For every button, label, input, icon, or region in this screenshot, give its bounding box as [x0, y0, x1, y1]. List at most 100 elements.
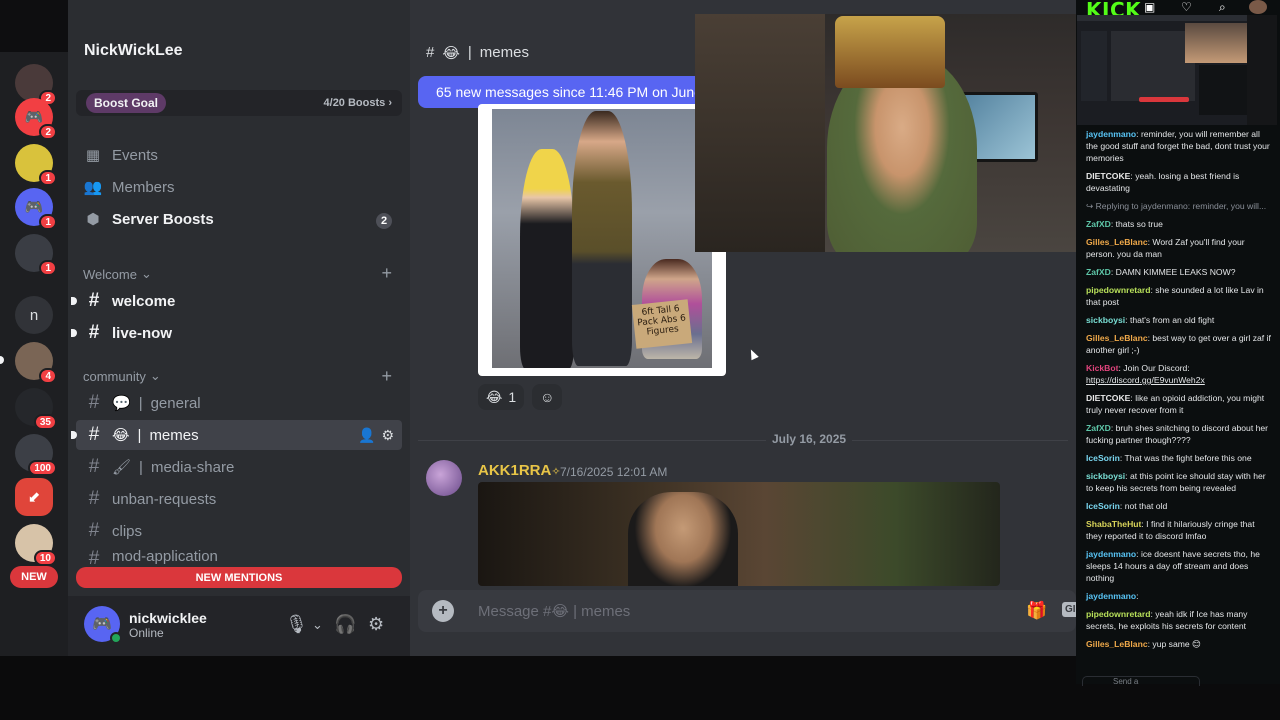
microphone-icon[interactable]: 🎙 — [285, 614, 308, 635]
chat-username[interactable]: DIETCOKE — [1086, 171, 1130, 181]
discord-icon: 🎮 — [24, 199, 44, 216]
boost-shield-icon: ⬢ — [86, 211, 100, 228]
channel-separator: | — [139, 458, 143, 476]
heart-icon[interactable]: ♡ — [1181, 0, 1192, 14]
gift-icon[interactable]: 🎁 — [1026, 601, 1047, 621]
chevron-down-icon: ⌄ — [149, 368, 161, 383]
new-mentions-button[interactable]: NEW MENTIONS — [76, 567, 402, 588]
chevron-down-icon[interactable]: ⌄ — [312, 617, 323, 633]
channel-unban-requests[interactable]: # unban-requests — [76, 484, 402, 514]
channel-sidebar: NickWickLee Boost Goal 4/20 Boosts › ▦ E… — [68, 0, 410, 656]
chat-username[interactable]: jaydenmano — [1086, 129, 1136, 139]
avatar[interactable] — [1249, 0, 1267, 14]
chat-username[interactable]: ShabaTheHut — [1086, 519, 1141, 529]
chat-username[interactable]: ZafXD — [1086, 219, 1111, 229]
message-composer[interactable]: + Message #😂 | memes 🎁 GIF — [418, 590, 1076, 632]
channel-mod-application[interactable]: # mod-application — [76, 548, 402, 566]
username[interactable]: nickwicklee — [129, 610, 207, 626]
nav-members[interactable]: 👥 Members — [84, 174, 175, 200]
channel-welcome[interactable]: # welcome — [71, 286, 402, 316]
stream-preview[interactable] — [1077, 15, 1247, 125]
search-icon[interactable]: ⌕ — [1219, 0, 1226, 15]
hash-icon: # — [426, 44, 435, 61]
avatar[interactable] — [426, 460, 462, 496]
chat-username[interactable]: pipedownretard — [1086, 285, 1150, 295]
chat-username[interactable]: pipedownretard — [1086, 609, 1150, 619]
chat-link[interactable]: https://discord.gg/E9vunWeh2x — [1086, 375, 1205, 385]
chat-send-input[interactable]: Send a — [1082, 676, 1200, 686]
server-icon[interactable]: n — [15, 296, 53, 334]
server-icon[interactable]: 2 — [15, 64, 57, 106]
boost-goal-label: Boost Goal — [86, 93, 167, 113]
gif-button[interactable]: GIF — [1062, 602, 1076, 617]
channel-media-share[interactable]: # 🖌 | media-share — [76, 452, 402, 482]
meme-image[interactable]: 6ft Tall 6 Pack Abs 6 Figures — [478, 104, 726, 376]
channel-label: media-share — [150, 458, 235, 476]
channel-live-now[interactable]: # live-now — [71, 318, 402, 348]
channel-general[interactable]: # 💬 | general — [76, 388, 402, 418]
chat-username[interactable]: DIETCOKE — [1086, 393, 1130, 403]
boost-goal[interactable]: Boost Goal 4/20 Boosts › — [76, 90, 402, 116]
channel-label: mod-application — [112, 548, 218, 565]
channel-clips[interactable]: # clips — [76, 516, 402, 546]
meme-figure — [572, 111, 632, 366]
channel-actions: 👤 ⚙ — [358, 427, 394, 444]
online-status-dot — [110, 632, 122, 644]
chat-username[interactable]: Gilles_LeBlanc — [1086, 333, 1148, 343]
gear-icon[interactable]: ⚙ — [381, 427, 394, 444]
channel-label: clips — [112, 522, 143, 540]
chat-text: Join Our Discord: — [1123, 363, 1190, 373]
server-icon[interactable]: 🎮 1 — [15, 188, 57, 230]
server-icon[interactable]: 35 — [15, 388, 57, 430]
brush-icon: 🖌 — [112, 459, 132, 476]
server-icon[interactable]: 1 — [15, 144, 57, 186]
nav-events[interactable]: ▦ Events — [84, 142, 158, 168]
category-community[interactable]: community ⌄ — [83, 368, 161, 384]
chat-username[interactable]: sickboysi — [1086, 315, 1125, 325]
discord-icon: 🎮 — [24, 109, 44, 126]
members-icon: 👥 — [83, 179, 103, 196]
server-icon[interactable]: ⬋ — [15, 478, 53, 516]
chat-username[interactable]: IceSorin — [1086, 501, 1120, 511]
server-icon[interactable]: 🎮 2 — [15, 98, 57, 140]
add-channel-icon[interactable]: + — [381, 366, 392, 387]
plus-icon[interactable]: + — [432, 600, 454, 622]
movie-still-image[interactable] — [478, 482, 1000, 586]
chat-username[interactable]: KickBot — [1086, 363, 1118, 373]
chat-username[interactable]: Gilles_LeBlanc — [1086, 237, 1148, 247]
chat-username[interactable]: Gilles_LeBlanc — [1086, 639, 1148, 649]
category-welcome[interactable]: Welcome ⌄ — [83, 266, 152, 282]
nav-events-label: Events — [112, 146, 158, 164]
server-icon[interactable]: 1 — [15, 234, 57, 276]
channel-separator: | — [138, 394, 143, 412]
preview-topbar — [1077, 15, 1247, 21]
add-channel-icon[interactable]: + — [381, 263, 392, 284]
server-initial: n — [29, 306, 39, 324]
add-reaction-button[interactable]: ☺ — [532, 384, 563, 410]
chat-username[interactable]: ZafXD — [1086, 267, 1111, 277]
server-icon[interactable]: 10 — [15, 524, 57, 566]
server-icon[interactable]: 4 — [0, 342, 57, 384]
guild-name[interactable]: NickWickLee — [84, 42, 183, 60]
reply-reference[interactable]: ↪ Replying to jaydenmano: reminder, you … — [1086, 201, 1266, 211]
gear-icon[interactable]: ⚙ — [368, 614, 384, 635]
headphones-icon[interactable]: 🎧 — [334, 614, 356, 635]
message-input[interactable]: Message #😂 | memes — [478, 602, 630, 620]
chat-message: KickBot: Join Our Discord: https://discor… — [1086, 362, 1272, 386]
nav-server-boosts[interactable]: ⬢ Server Boosts — [84, 206, 213, 232]
chat-username[interactable]: jaydenmano — [1086, 549, 1136, 559]
browse-icon[interactable]: ▣ — [1144, 0, 1155, 14]
chat-username[interactable]: ZafXD — [1086, 423, 1111, 433]
chat-username[interactable]: jaydenmano — [1086, 591, 1136, 601]
chat-username[interactable]: sickboysi — [1086, 471, 1125, 481]
message-author[interactable]: AKK1RRA✧ — [478, 462, 561, 479]
chat-message: DIETCOKE: yeah. losing a best friend is … — [1086, 170, 1272, 194]
server-icon[interactable]: 100 — [15, 434, 57, 476]
date-divider-line — [418, 440, 1068, 441]
reaction-laughing[interactable]: 😂 1 — [478, 384, 525, 410]
invite-icon[interactable]: 👤 — [358, 427, 375, 444]
chat-username[interactable]: IceSorin — [1086, 453, 1120, 463]
avatar[interactable]: 🎮 — [84, 606, 122, 644]
channel-memes[interactable]: # 😂 | memes 👤 ⚙ — [71, 420, 402, 450]
new-unreads-pill[interactable]: NEW — [10, 566, 58, 588]
